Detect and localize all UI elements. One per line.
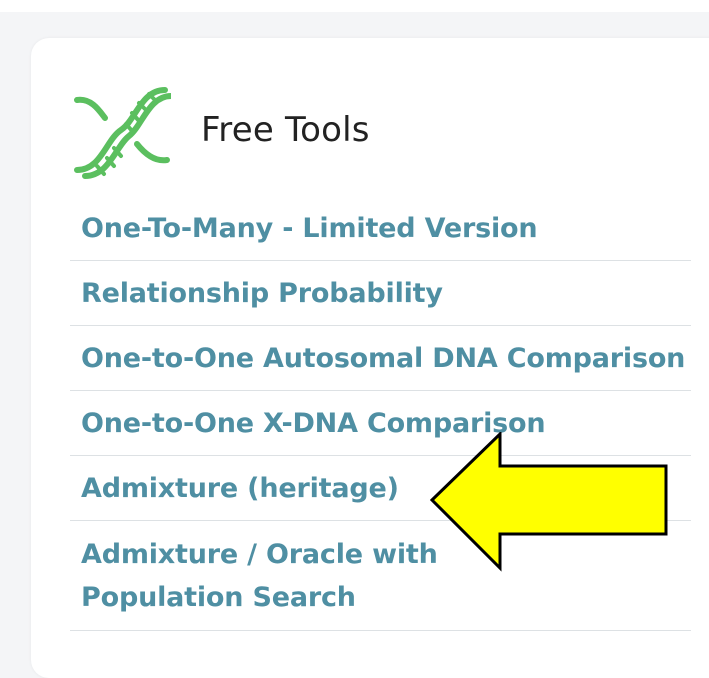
- relationship-probability-link[interactable]: Relationship Probability: [81, 272, 443, 315]
- one-to-one-autosomal-link[interactable]: One-to-One Autosomal DNA Comparison: [81, 337, 685, 380]
- panel-title: Free Tools: [201, 110, 370, 150]
- dna-helix-icon: [74, 87, 171, 179]
- page-top-strip: [0, 0, 709, 12]
- panel-header: Free Tools: [71, 80, 691, 180]
- list-item: One-To-Many - Limited Version: [70, 196, 691, 261]
- admixture-oracle-link[interactable]: Admixture / Oracle with Population Searc…: [81, 533, 441, 619]
- admixture-heritage-link[interactable]: Admixture (heritage): [81, 467, 399, 510]
- one-to-many-limited-link[interactable]: One-To-Many - Limited Version: [81, 207, 538, 250]
- left-arrow-icon: [430, 432, 668, 572]
- free-tools-panel: Free Tools One-To-Many - Limited Version…: [31, 38, 709, 678]
- list-item: One-to-One Autosomal DNA Comparison: [70, 326, 691, 391]
- list-item: Relationship Probability: [70, 261, 691, 326]
